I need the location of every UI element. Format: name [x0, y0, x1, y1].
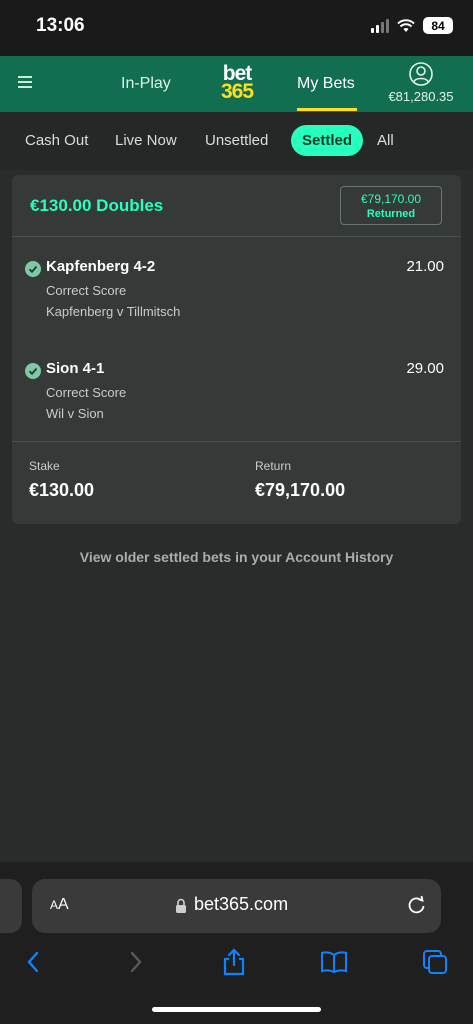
- selection-event: Wil v Sion: [46, 406, 104, 421]
- tab-unsettled[interactable]: Unsettled: [205, 132, 268, 149]
- back-icon[interactable]: [20, 948, 48, 976]
- aa-large: A: [58, 896, 69, 913]
- selection-name: Sion 4-1: [46, 360, 105, 377]
- returned-label: Returned: [366, 208, 416, 220]
- status-bar: 13:06 84: [0, 0, 473, 56]
- selection-market: Correct Score: [46, 385, 127, 400]
- url-text[interactable]: bet365.com: [194, 894, 288, 915]
- app-header: In-Play bet 365 My Bets €81,280.35: [0, 56, 473, 112]
- browser-toolbar: AA bet365.com: [0, 862, 473, 1024]
- lock-icon: [176, 898, 186, 913]
- bet-selection: Sion 4-1 29.00 Correct Score Wil v Sion: [12, 360, 461, 450]
- reload-icon[interactable]: [406, 895, 427, 916]
- aa-small: A: [50, 898, 59, 912]
- active-nav-underline: [297, 108, 357, 111]
- account-balance: €81,280.35: [388, 89, 454, 104]
- check-icon: [25, 261, 41, 277]
- tab-live-now[interactable]: Live Now: [115, 132, 177, 149]
- selection-event: Kapfenberg v Tillmitsch: [46, 304, 181, 319]
- previous-tab-peek[interactable]: [0, 879, 22, 933]
- battery-indicator: 84: [423, 17, 453, 34]
- selection-name: Kapfenberg 4-2: [46, 258, 156, 275]
- card-divider: [12, 441, 461, 442]
- bookmarks-icon[interactable]: [320, 948, 348, 976]
- address-bar[interactable]: AA bet365.com: [32, 879, 441, 933]
- selection-odds: 21.00: [406, 258, 444, 275]
- user-icon: [409, 62, 433, 86]
- share-icon[interactable]: [220, 948, 248, 976]
- stake-label: Stake: [29, 459, 60, 473]
- bet-title: €130.00 Doubles: [30, 196, 164, 215]
- bet-selection: Kapfenberg 4-2 21.00 Correct Score Kapfe…: [12, 258, 461, 348]
- account-button[interactable]: €81,280.35: [381, 62, 461, 104]
- tab-all[interactable]: All: [377, 132, 394, 149]
- account-history-link[interactable]: View older settled bets in your Account …: [0, 549, 473, 565]
- selection-odds: 29.00: [406, 360, 444, 377]
- logo-bottom-text: 365: [220, 80, 254, 103]
- selection-market: Correct Score: [46, 283, 127, 298]
- bet365-logo[interactable]: bet 365: [215, 63, 259, 103]
- settled-bet-card[interactable]: €130.00 Doubles €79,170.00 Returned Kapf…: [12, 175, 461, 524]
- status-time: 13:06: [36, 15, 85, 36]
- stake-value: €130.00: [29, 480, 95, 500]
- nav-in-play[interactable]: In-Play: [121, 75, 171, 93]
- reader-settings-button[interactable]: AA: [50, 896, 69, 914]
- signal-icon: [371, 18, 389, 33]
- returned-amount: €79,170.00: [360, 192, 422, 206]
- home-indicator[interactable]: [152, 1007, 321, 1012]
- return-label: Return: [255, 459, 292, 473]
- returned-badge: €79,170.00 Returned: [340, 186, 442, 225]
- forward-icon[interactable]: [121, 948, 149, 976]
- return-value: €79,170.00: [255, 480, 346, 500]
- tab-cash-out[interactable]: Cash Out: [25, 132, 88, 149]
- menu-icon[interactable]: [18, 76, 32, 88]
- wifi-icon: [397, 18, 415, 32]
- card-divider: [12, 236, 461, 237]
- nav-my-bets[interactable]: My Bets: [297, 75, 355, 93]
- check-icon: [25, 363, 41, 379]
- bet-filter-tabs: Cash Out Live Now Unsettled Settled All: [0, 112, 473, 170]
- tab-settled[interactable]: Settled: [291, 125, 364, 156]
- tabs-icon[interactable]: [421, 948, 449, 976]
- status-icons: 84: [371, 17, 453, 34]
